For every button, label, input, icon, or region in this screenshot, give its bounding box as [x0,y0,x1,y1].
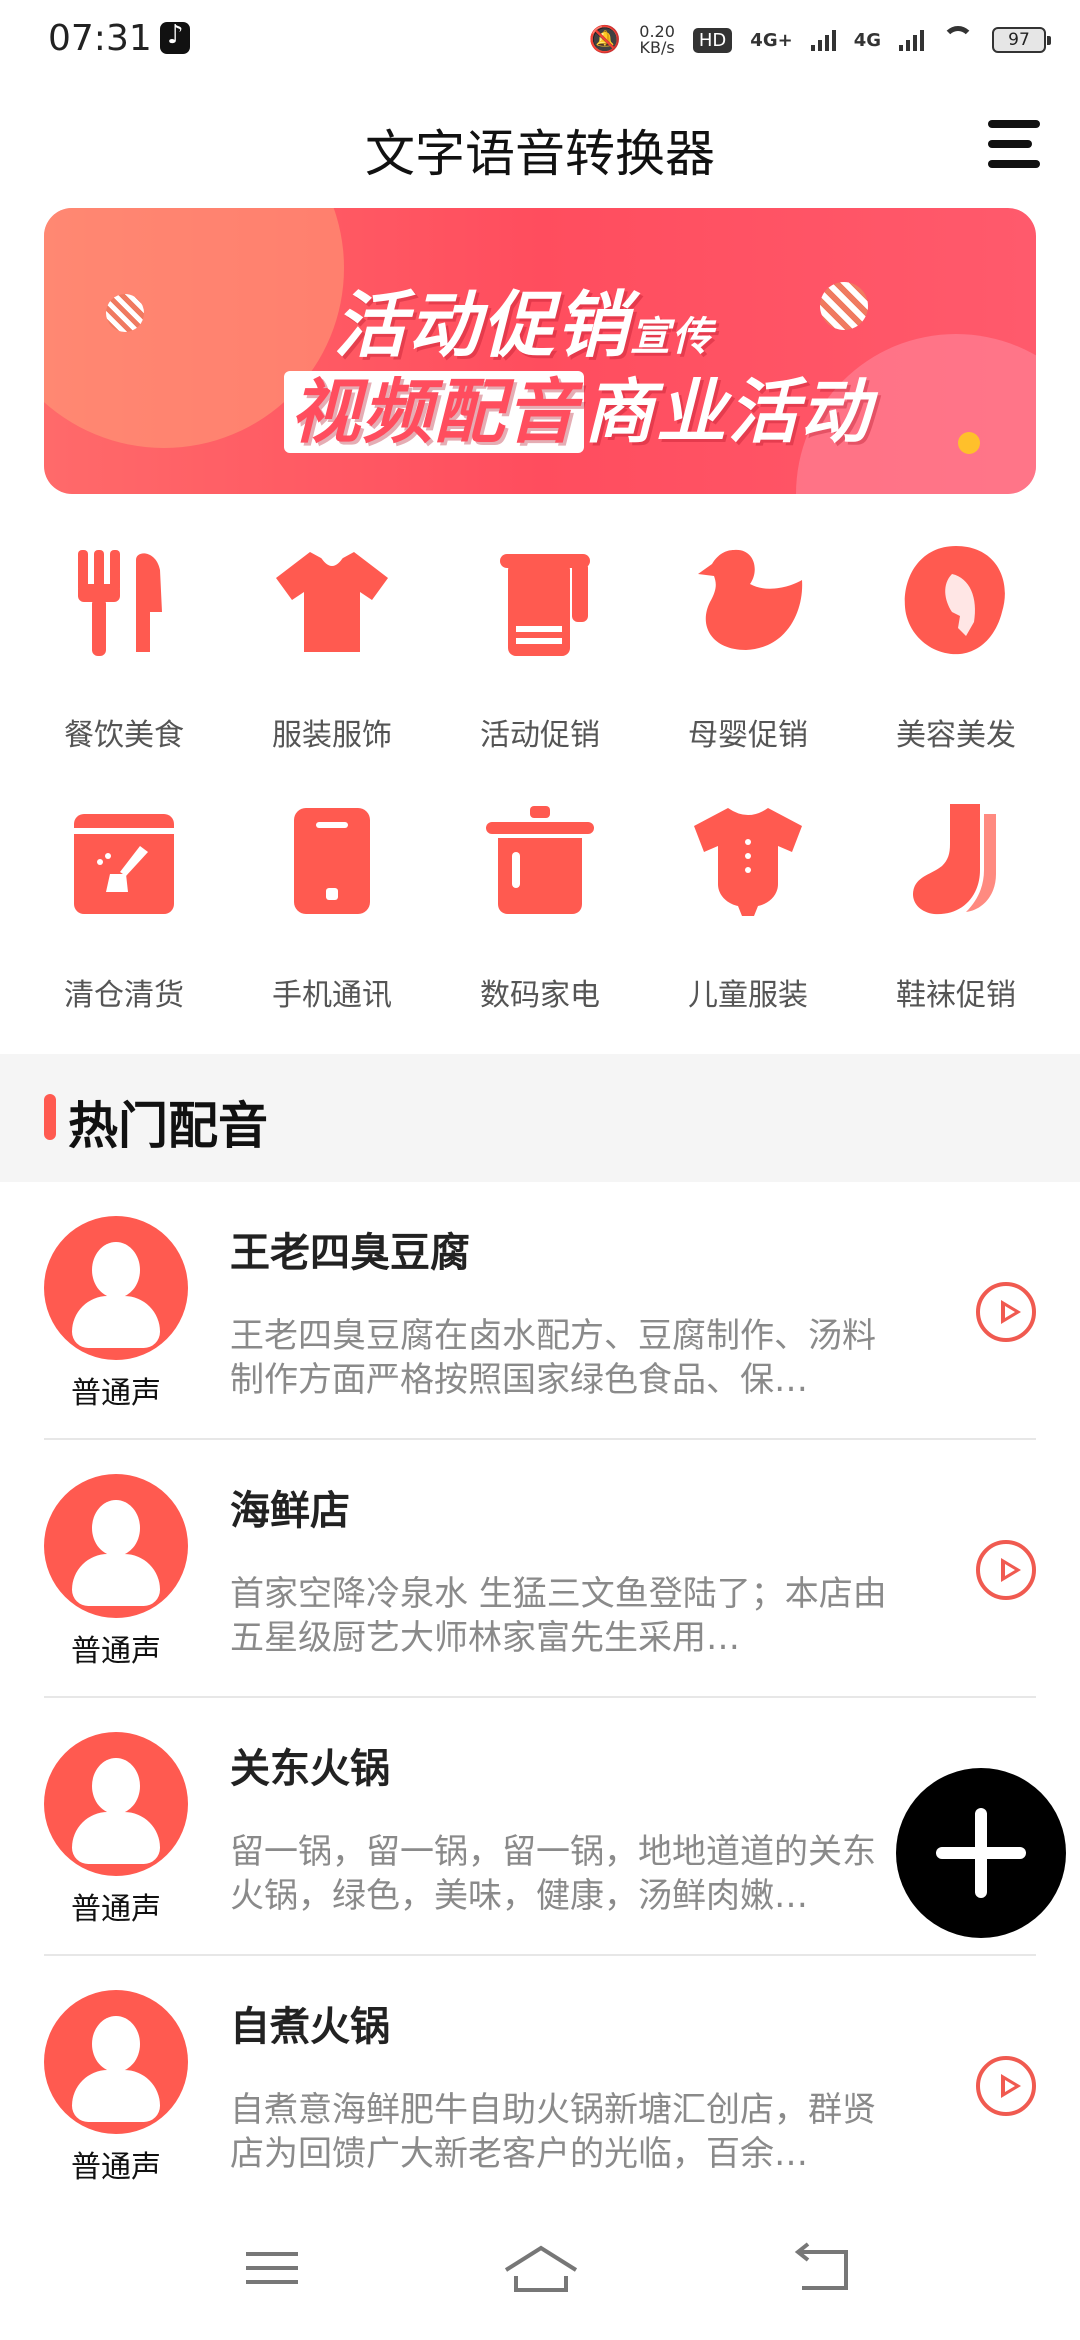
category-label: 餐饮美食 [64,718,184,753]
menu-line [988,120,1040,128]
category-item[interactable]: 手机通讯 [228,800,436,1013]
back-button[interactable] [778,2238,868,2298]
voice-type: 普通声 [71,1376,161,1411]
list-item[interactable]: 普通声 海鲜店 首家空降冷泉水 生猛三文鱼登陆了；本店由五星级厨艺大师林家富先生… [0,1440,1080,1698]
category-item[interactable]: 美容美发 [852,540,1060,753]
status-bar: 07:31 🔕 0.20 KB/s HD 4G+ 4G 97 [0,0,1080,80]
banner-line2-highlight: 视频配音 [284,371,584,453]
banner-line1-small: 宣传 [630,314,715,360]
status-icons: 🔕 0.20 KB/s HD 4G+ 4G 97 [588,18,1051,62]
banner-ball-icon [820,282,868,330]
item-description: 首家空降冷泉水 生猛三文鱼登陆了；本店由五星级厨艺大师林家富先生采用… [230,1574,887,1658]
recent-apps-button[interactable] [228,2238,318,2298]
category-label: 手机通讯 [272,978,392,1013]
network-4g: 4G [853,29,881,51]
menu-button[interactable] [988,120,1040,168]
menu-line [988,160,1040,168]
play-button[interactable] [976,2056,1036,2116]
phone-icon [272,800,392,920]
voice-type: 普通声 [71,1892,161,1927]
banner-coin-icon [958,432,980,454]
voice-type: 普通声 [71,1634,161,1669]
tiktok-notification-icon [160,20,190,54]
baby-onesie-icon [688,800,808,920]
menu-line [988,140,1032,148]
category-item[interactable]: 活动促销 [436,540,644,753]
towel-icon [480,540,600,660]
banner-line2-rest: 商业活动 [584,371,872,453]
banner-subline: 视频配音商业活动 [284,356,872,457]
signal-bars-icon [810,29,836,51]
signal-bars-icon [899,29,924,51]
promo-banner[interactable]: 活动促销宣传 视频配音商业活动 [44,208,1036,494]
app-header: 文字语音转换器 [0,96,1080,196]
section-title: 热门配音 [68,1097,268,1155]
net-speed-unit: KB/s [639,38,675,57]
category-item[interactable]: 儿童服装 [644,800,852,1013]
banner-ball-icon [106,294,144,332]
user-avatar-icon [44,1216,188,1360]
list-item[interactable]: 普通声 自煮火锅 自煮意海鲜肥牛自助火锅新塘汇创店，群贤店为回馈广大新老客户的光… [0,1956,1080,2214]
category-label: 儿童服装 [688,978,808,1013]
duck-icon [688,540,808,660]
category-label: 鞋袜促销 [896,978,1016,1013]
net-speed: 0.20 KB/s [639,24,675,56]
hd-badge: HD [692,27,733,53]
item-description: 王老四臭豆腐在卤水配方、豆腐制作、汤料制作方面严格按照国家绿色食品、保… [230,1316,876,1400]
item-title: 王老四臭豆腐 [230,1230,470,1276]
category-item[interactable]: 服装服饰 [228,540,436,753]
category-item[interactable]: 清仓清货 [20,800,228,1013]
section-accent-bar [44,1094,56,1140]
category-label: 活动促销 [480,718,600,753]
menu-line [246,2266,298,2270]
system-nav-bar [0,2200,1080,2340]
status-time: 07:31 [48,18,152,59]
shirt-icon [272,540,392,660]
category-label: 服装服饰 [272,718,392,753]
item-description: 自煮意海鲜肥牛自助火锅新塘汇创店，群贤店为回馈广大新老客户的光临，百余… [230,2090,876,2174]
category-item[interactable]: 数码家电 [436,800,644,1013]
item-description: 留一锅，留一锅，留一锅，地地道道的关东火锅，绿色，美味，健康，汤鲜肉嫩… [230,1832,876,1916]
woman-hair-icon [896,540,1016,660]
category-label: 清仓清货 [64,978,184,1013]
user-avatar-icon [44,1732,188,1876]
category-item[interactable]: 餐饮美食 [20,540,228,753]
add-button[interactable] [896,1768,1066,1938]
play-button[interactable] [976,1540,1036,1600]
home-button[interactable] [496,2238,586,2298]
play-button[interactable] [976,1282,1036,1342]
menu-line [246,2252,298,2256]
sock-icon [896,800,1016,920]
category-label: 数码家电 [480,978,600,1013]
mute-bell-icon: 🔕 [588,25,622,55]
page-title: 文字语音转换器 [365,125,715,183]
menu-line [246,2280,298,2284]
hot-dubbing-section-header: 热门配音 [0,1054,1080,1182]
fork-knife-icon [64,540,184,660]
item-title: 自煮火锅 [230,2004,390,2050]
wifi-icon [942,26,974,54]
category-label: 母婴促销 [688,718,808,753]
banner-line1: 活动促销 [334,283,631,367]
network-4g-plus: 4G+ [750,29,793,51]
battery-icon: 97 [992,27,1051,53]
item-title: 海鲜店 [230,1488,350,1534]
voice-type: 普通声 [71,2150,161,2185]
category-label: 美容美发 [896,718,1016,753]
list-item[interactable]: 普通声 王老四臭豆腐 王老四臭豆腐在卤水配方、豆腐制作、汤料制作方面严格按照国家… [0,1182,1080,1440]
category-item[interactable]: 鞋袜促销 [852,800,1060,1013]
box-broom-icon [64,800,184,920]
item-title: 关东火锅 [230,1746,390,1792]
category-item[interactable]: 母婴促销 [644,540,852,753]
user-avatar-icon [44,1474,188,1618]
user-avatar-icon [44,1990,188,2134]
pot-icon [480,800,600,920]
